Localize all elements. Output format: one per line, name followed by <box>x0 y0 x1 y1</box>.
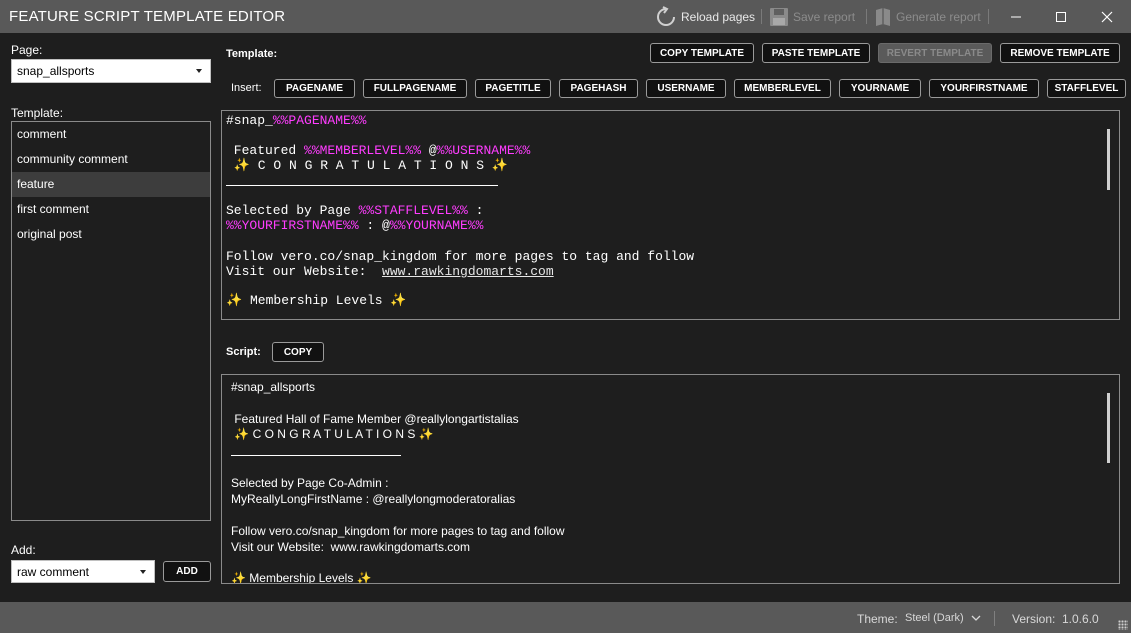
template-editor[interactable]: #snap_%%PAGENAME%% Featured %%MEMBERLEVE… <box>221 110 1120 320</box>
resize-grip-icon[interactable] <box>1118 620 1128 630</box>
minimize-icon <box>1011 16 1021 17</box>
theme-value: Steel (Dark) <box>905 612 964 624</box>
maximize-button[interactable] <box>1039 0 1083 33</box>
reload-pages-button[interactable]: Reload pages <box>655 4 755 30</box>
status-bar: Theme: Steel (Dark) Version: 1.0.6.0 <box>0 602 1131 633</box>
template-text: : <box>467 203 484 218</box>
page-select-value: snap_allsports <box>17 64 95 78</box>
script-label: Script: <box>226 346 261 358</box>
paste-template-button[interactable]: PASTE TEMPLATE <box>762 43 870 63</box>
insert-pagename-button[interactable]: PAGENAME <box>274 79 355 98</box>
report-icon <box>876 8 890 26</box>
page-select[interactable]: snap_allsports <box>11 59 211 83</box>
chevron-down-icon <box>196 69 202 73</box>
maximize-icon <box>1056 11 1066 22</box>
app-title: FEATURE SCRIPT TEMPLATE EDITOR <box>9 8 286 25</box>
add-type-value: raw comment <box>17 564 90 579</box>
template-label: Template: <box>226 48 278 60</box>
template-line: Follow vero.co/snap_kingdom for more pag… <box>226 249 695 264</box>
template-list-item-feature[interactable]: feature <box>12 172 210 197</box>
template-list-item-community-comment[interactable]: community comment <box>12 147 210 172</box>
script-output[interactable]: #snap_allsports Featured Hall of Fame Me… <box>221 374 1120 584</box>
template-scrollbar[interactable] <box>1107 129 1110 190</box>
reload-pages-label: Reload pages <box>681 10 756 24</box>
template-text: : @ <box>358 218 390 233</box>
script-line: Featured Hall of Fame Member @reallylong… <box>231 412 519 426</box>
insert-yourfirstname-button[interactable]: YOURFIRSTNAME <box>929 79 1039 98</box>
script-line: Follow vero.co/snap_kingdom for more pag… <box>231 524 565 538</box>
version-value: 1.0.6.0 <box>1062 612 1099 626</box>
script-line: Visit our Website: www.rawkingdomarts.co… <box>231 540 470 554</box>
theme-label: Theme: <box>857 612 898 626</box>
insert-username-button[interactable]: USERNAME <box>646 79 726 98</box>
template-line: Visit our Website: www.rawkingdomarts.co… <box>226 264 554 279</box>
save-report-label: Save report <box>793 10 856 24</box>
close-icon <box>1101 11 1113 22</box>
script-line: MyReallyLongFirstName : @reallylongmoder… <box>231 492 516 506</box>
refresh-icon <box>657 6 675 26</box>
template-line: ✨ Membership Levels ✨ <box>226 293 407 308</box>
revert-template-button[interactable]: REVERT TEMPLATE <box>878 43 992 63</box>
save-report-button[interactable]: Save report <box>769 4 855 30</box>
copy-template-button[interactable]: COPY TEMPLATE <box>650 43 754 63</box>
template-list-item-comment[interactable]: comment <box>12 122 210 147</box>
insert-yourname-button[interactable]: YOURNAME <box>839 79 921 98</box>
copy-script-button[interactable]: COPY <box>272 342 324 362</box>
template-variable: %%STAFFLEVEL%% <box>358 203 468 218</box>
chevron-down-icon <box>971 615 981 621</box>
template-variable: %%MEMBERLEVEL%% <box>304 143 422 158</box>
minimize-button[interactable] <box>994 0 1038 33</box>
template-list-item-first-comment[interactable]: first comment <box>12 197 210 222</box>
template-line: Featured %%MEMBERLEVEL%% @%%USERNAME%% <box>226 143 530 158</box>
script-scrollbar[interactable] <box>1107 393 1110 463</box>
template-text: @ <box>421 143 437 158</box>
add-label: Add: <box>11 543 36 557</box>
status-divider <box>994 611 995 626</box>
separator-line <box>226 185 498 186</box>
template-text: Visit our Website: <box>226 264 383 279</box>
insert-memberlevel-button[interactable]: MEMBERLEVEL <box>734 79 831 98</box>
template-link[interactable]: www.rawkingdomarts.com <box>382 264 554 279</box>
template-variable: %%YOURNAME%% <box>389 218 484 233</box>
insert-pagehash-button[interactable]: PAGEHASH <box>559 79 638 98</box>
template-list-item-original-post[interactable]: original post <box>12 222 210 247</box>
template-line: #snap_%%PAGENAME%% <box>226 113 366 128</box>
script-line: ✨ C O N G R A T U L A T I O N S ✨ <box>231 427 434 441</box>
template-line: Selected by Page %%STAFFLEVEL%% : <box>226 203 483 218</box>
title-bar: FEATURE SCRIPT TEMPLATE EDITOR Reload pa… <box>0 0 1131 33</box>
template-text: Selected by Page <box>226 203 359 218</box>
version-label: Version: <box>1012 612 1056 626</box>
save-icon <box>770 8 788 26</box>
template-text: #snap_ <box>226 113 273 128</box>
theme-select[interactable]: Steel (Dark) <box>905 608 981 628</box>
template-variable: %%PAGENAME%% <box>272 113 367 128</box>
template-line: %%YOURFIRSTNAME%% : @%%YOURNAME%% <box>226 218 483 233</box>
script-line: #snap_allsports <box>231 380 316 394</box>
template-text: Featured <box>226 143 305 158</box>
generate-report-label: Generate report <box>896 10 981 24</box>
toolbar-divider <box>866 9 867 24</box>
add-button[interactable]: ADD <box>163 561 211 582</box>
toolbar-divider <box>761 9 762 24</box>
separator-line <box>231 455 401 456</box>
insert-label: Insert: <box>231 82 262 94</box>
template-variable: %%USERNAME%% <box>436 143 531 158</box>
insert-fullpagename-button[interactable]: FULLPAGENAME <box>363 79 467 98</box>
page-label: Page: <box>11 43 43 57</box>
template-variable: %%YOURFIRSTNAME%% <box>226 218 359 233</box>
generate-report-button[interactable]: Generate report <box>874 4 981 30</box>
insert-stafflevel-button[interactable]: STAFFLEVEL <box>1047 79 1126 98</box>
close-button[interactable] <box>1085 0 1129 33</box>
toolbar-divider <box>988 9 989 24</box>
remove-template-button[interactable]: REMOVE TEMPLATE <box>1000 43 1120 63</box>
chevron-down-icon <box>140 569 146 574</box>
script-line: ✨ Membership Levels ✨ <box>231 571 372 584</box>
add-type-select[interactable]: raw comment <box>11 560 155 583</box>
template-line: ✨ C O N G R A T U L A T I O N S ✨ <box>226 158 509 173</box>
template-list[interactable]: comment community comment feature first … <box>11 121 211 521</box>
insert-pagetitle-button[interactable]: PAGETITLE <box>475 79 551 98</box>
script-line: Selected by Page Co-Admin : <box>231 476 389 490</box>
template-list-label: Template: <box>11 106 64 120</box>
